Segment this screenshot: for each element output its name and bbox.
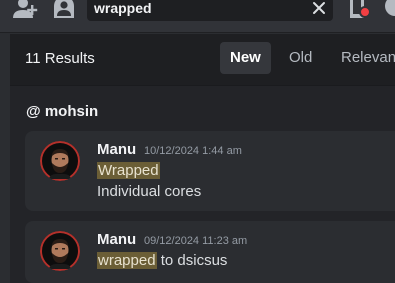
message-text-line-2: Individual cores xyxy=(97,183,202,200)
sort-tab-new[interactable]: New xyxy=(220,42,271,74)
avatar[interactable] xyxy=(40,231,80,271)
results-header: 11 Results New Old Relevance xyxy=(10,34,395,86)
message-timestamp: 10/12/2024 1:44 am xyxy=(144,145,242,157)
sort-tab-old[interactable]: Old xyxy=(279,42,322,74)
message-content: wrapped to dsicsus xyxy=(97,252,227,269)
help-icon[interactable] xyxy=(384,0,395,18)
results-count: 11 Results xyxy=(25,50,95,67)
channel-heading[interactable]: @ mohsin xyxy=(26,103,98,120)
search-results-panel: 11 Results New Old Relevance @ mohsin Ma… xyxy=(10,34,395,283)
search-results-window: 11 Results New Old Relevance @ mohsin Ma… xyxy=(0,0,395,283)
top-toolbar xyxy=(0,0,395,33)
message-content: Wrapped xyxy=(97,162,160,179)
person-add-icon[interactable] xyxy=(12,0,38,18)
message-author[interactable]: Manu xyxy=(97,231,136,248)
avatar[interactable] xyxy=(40,141,80,181)
search-result-message[interactable]: Manu 09/12/2024 11:23 am wrapped to dsic… xyxy=(25,221,395,283)
close-icon[interactable] xyxy=(310,0,328,17)
inbox-icon[interactable] xyxy=(348,0,370,18)
search-highlight: wrapped xyxy=(97,252,157,269)
user-profile-icon[interactable] xyxy=(51,0,77,18)
message-text: to dsicsus xyxy=(156,252,228,269)
at-symbol: @ xyxy=(26,103,41,120)
sort-tab-relevance[interactable]: Relevance xyxy=(331,42,395,74)
search-result-message[interactable]: Manu 10/12/2024 1:44 am Wrapped Individu… xyxy=(25,131,395,211)
search-box xyxy=(87,0,333,21)
message-timestamp: 09/12/2024 11:23 am xyxy=(144,235,248,247)
message-author[interactable]: Manu xyxy=(97,141,136,158)
channel-name: mohsin xyxy=(44,103,99,120)
search-highlight: Wrapped xyxy=(97,162,160,179)
search-input[interactable] xyxy=(94,0,304,17)
